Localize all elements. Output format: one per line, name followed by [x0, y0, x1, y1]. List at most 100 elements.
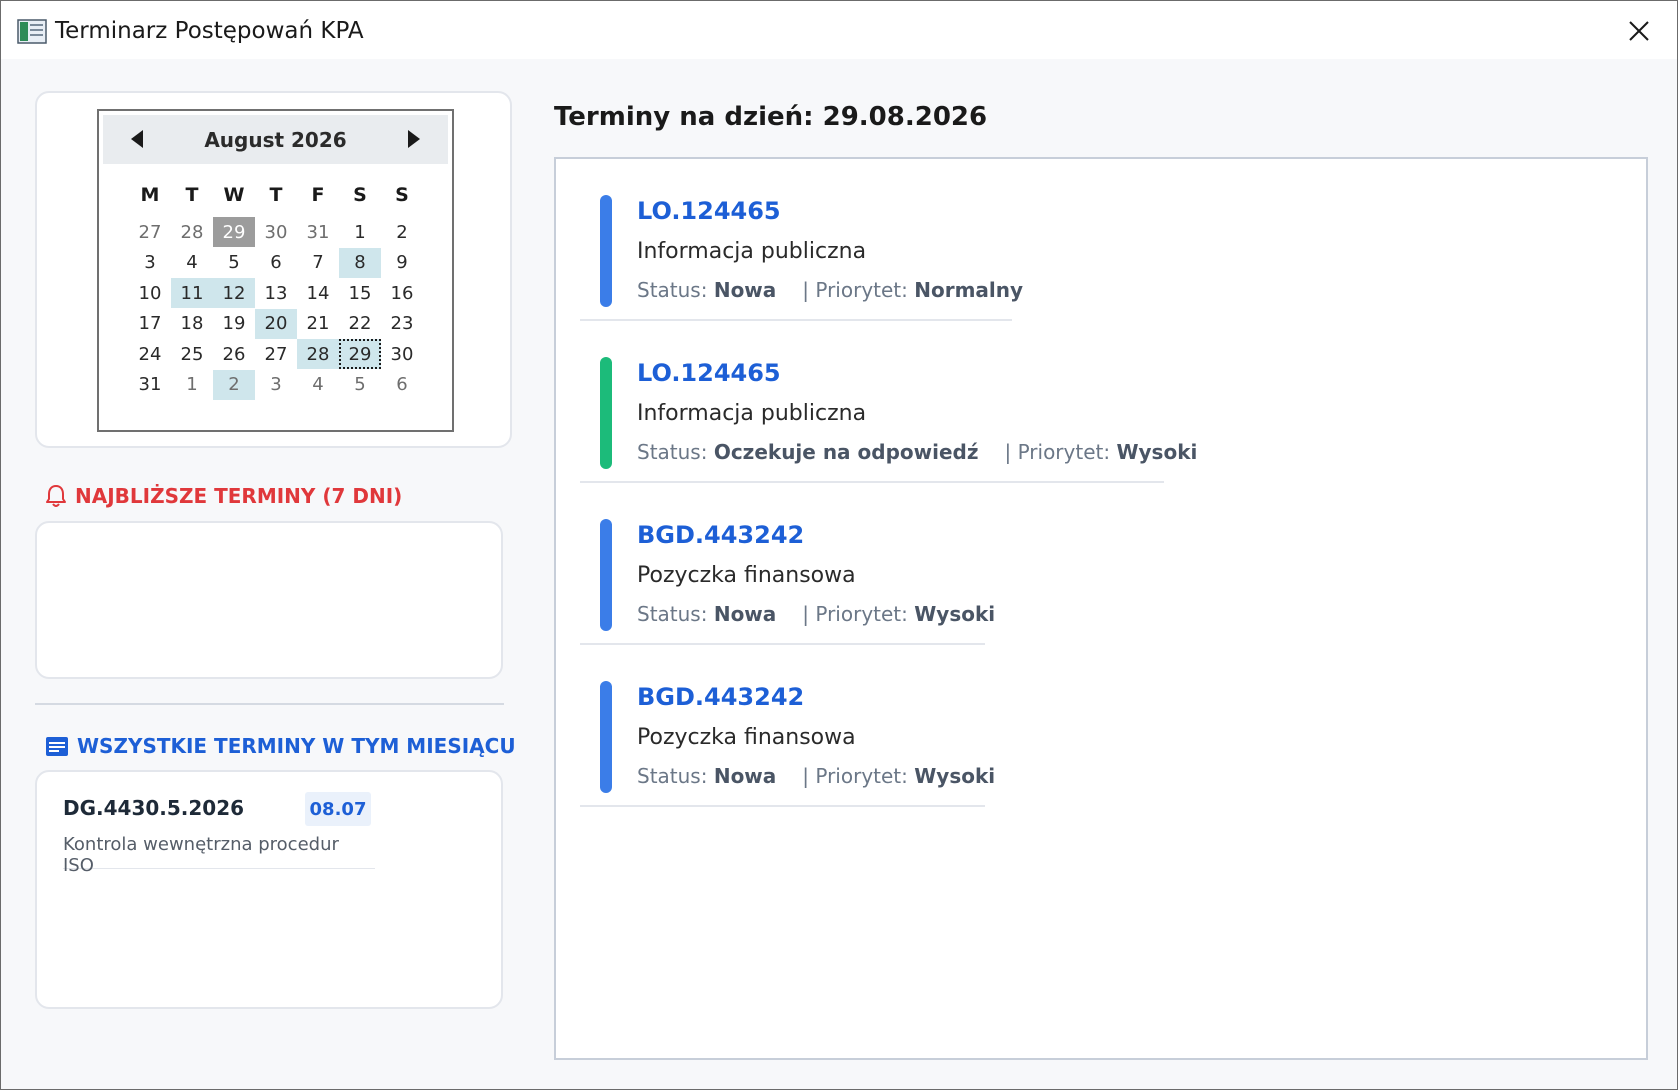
weekday-header-row: MTWTFSS [129, 177, 423, 217]
calendar-day[interactable]: 28 [297, 339, 339, 369]
calendar-day[interactable]: 9 [381, 248, 423, 278]
status-value: Oczekuje na odpowiedź [713, 440, 979, 464]
calendar-day[interactable]: 4 [297, 370, 339, 400]
month-deadline-item[interactable]: DG.4430.5.2026 08.07 Kontrola wewnętrzna… [63, 792, 375, 876]
month-item-date-badge: 08.07 [305, 792, 371, 826]
deadline-case-number: LO.124465 [637, 197, 781, 225]
calendar-day[interactable]: 10 [129, 278, 171, 308]
day-panel-title: Terminy na dzień: 29.08.2026 [554, 102, 988, 132]
day-deadline-item[interactable]: BGD.443242 Pozyczka finansowa Status: No… [580, 645, 995, 807]
calendar-week-row: 10 11 12 13 14 15 16 [129, 278, 423, 309]
calendar-month-label: August 2026 [204, 127, 347, 152]
calendar-day[interactable]: 19 [213, 309, 255, 339]
status-label: Status: [637, 602, 708, 626]
app-icon [17, 19, 47, 44]
calendar-day[interactable]: 13 [255, 278, 297, 308]
month-item-case: DG.4430.5.2026 [63, 796, 245, 820]
calendar-day[interactable]: 14 [297, 278, 339, 308]
calendar-day[interactable]: 5 [339, 370, 381, 400]
deadline-meta: Status: Nowa | Priorytet: Wysoki [637, 602, 995, 626]
calendar-day[interactable]: 20 [255, 308, 297, 339]
calendar-day[interactable]: 28 [171, 217, 213, 247]
calendar-day[interactable]: 27 [255, 339, 297, 369]
calendar-day[interactable]: 15 [339, 278, 381, 308]
calendar-day[interactable]: 11 [171, 278, 213, 308]
calendar-day[interactable]: 1 [339, 217, 381, 247]
calendar-day[interactable]: 12 [213, 278, 255, 308]
day-deadline-item[interactable]: BGD.443242 Pozyczka finansowa Status: No… [580, 483, 995, 645]
calendar-day[interactable]: 1 [171, 370, 213, 400]
calendar-day[interactable]: 6 [381, 370, 423, 400]
calendar-day[interactable]: 30 [255, 217, 297, 247]
calendar-day[interactable]: 29 [339, 339, 381, 369]
status-value: Nowa [713, 278, 777, 302]
calendar-grid: M T W T F S S 27 28 29 30 31 1 2 3 4 5 6 7 8 9 10 11 12 13 14 15 16… [129, 177, 423, 400]
calendar-day[interactable]: 31 [129, 370, 171, 400]
bell-icon [46, 485, 66, 507]
day-deadline-item[interactable]: LO.124465 Informacja publiczna Status: O… [580, 321, 1197, 483]
window-title: Terminarz Postępowań KPA [55, 18, 364, 44]
month-deadlines-list: DG.4430.5.2026 08.07 Kontrola wewnętrzna… [35, 770, 503, 1009]
calendar-day[interactable]: 30 [381, 339, 423, 369]
calendar-week-row: 27 28 29 30 31 1 2 [129, 217, 423, 248]
calendar-day[interactable]: 27 [129, 217, 171, 247]
status-value: Nowa [713, 602, 777, 626]
calendar-day[interactable]: 25 [171, 339, 213, 369]
priority-label: | Priorytet: [802, 602, 908, 626]
deadline-meta: Status: Oczekuje na odpowiedź | Priorytet… [637, 440, 1197, 464]
status-label: Status: [637, 278, 708, 302]
month-calendar[interactable]: August 2026 M T W T F S S 27 28 29 30 31 1 2 3 4 5 6 7 8 9 10… [97, 109, 454, 432]
section-divider [35, 703, 504, 705]
weekday-label: M [140, 184, 160, 206]
calendar-header: August 2026 [103, 115, 448, 164]
weekday-label: S [395, 184, 409, 206]
status-label: Status: [637, 440, 708, 464]
deadline-color-bar [600, 357, 612, 469]
calendar-day[interactable]: 16 [381, 278, 423, 308]
calendar-day[interactable]: 3 [255, 370, 297, 400]
deadline-color-bar [600, 519, 612, 631]
weekday-label: W [223, 184, 245, 206]
weekday-label: T [269, 184, 283, 206]
close-icon[interactable] [1623, 15, 1655, 47]
calendar-day[interactable]: 23 [381, 309, 423, 339]
upcoming-list [35, 521, 503, 679]
day-deadline-item[interactable]: LO.124465 Informacja publiczna Status: N… [580, 159, 1023, 321]
calendar-day[interactable]: 24 [129, 339, 171, 369]
weekday-label: T [185, 184, 199, 206]
deadline-meta: Status: Nowa | Priorytet: Wysoki [637, 764, 995, 788]
next-month-icon[interactable] [402, 127, 424, 151]
calendar-day[interactable]: 31 [297, 217, 339, 247]
calendar-day[interactable]: 17 [129, 309, 171, 339]
calendar-day[interactable]: 7 [297, 248, 339, 278]
calendar-day[interactable]: 2 [213, 369, 255, 400]
calendar-week-row: 3456789 [129, 247, 423, 279]
calendar-day[interactable]: 22 [339, 309, 381, 339]
calendar-day[interactable]: 2 [381, 217, 423, 247]
calendar-day[interactable]: 26 [213, 339, 255, 369]
month-title-label: WSZYSTKIE TERMINY W TYM MIESIĄCU [77, 734, 516, 758]
calendar-day[interactable]: 21 [297, 309, 339, 339]
app-window: Terminarz Postępowań KPA August 2026 M T W… [0, 0, 1678, 1090]
calendar-day[interactable]: 8 [339, 247, 381, 278]
priority-label: | Priorytet: [1004, 440, 1111, 464]
weekday-label: F [311, 184, 325, 206]
deadline-type: Informacja publiczna [637, 239, 867, 264]
calendar-day[interactable]: 6 [255, 248, 297, 278]
weekday-label: S [353, 184, 367, 206]
upcoming-title-label: NAJBLIŻSZE TERMINY (7 DNI) [75, 484, 403, 508]
calendar-week-row: 17 18 19 20 21 22 23 [129, 308, 423, 340]
month-section-title: WSZYSTKIE TERMINY W TYM MIESIĄCU [45, 734, 516, 758]
deadline-case-number: LO.124465 [637, 359, 781, 387]
deadline-color-bar [600, 681, 612, 793]
calendar-day[interactable]: 4 [171, 248, 213, 278]
priority-value: Wysoki [1116, 440, 1198, 464]
calendar-day[interactable]: 29 [213, 217, 255, 247]
deadline-case-number: BGD.443242 [637, 683, 805, 711]
calendar-card: August 2026 M T W T F S S 27 28 29 30 31 1 2 3 4 5 6 7 8 9 10… [35, 91, 512, 448]
prev-month-icon[interactable] [127, 127, 149, 151]
calendar-day[interactable]: 18 [171, 309, 213, 339]
calendar-day[interactable]: 5 [213, 248, 255, 278]
month-item-description: Kontrola wewnętrzna procedur ISO [63, 834, 339, 876]
calendar-day[interactable]: 3 [129, 248, 171, 278]
